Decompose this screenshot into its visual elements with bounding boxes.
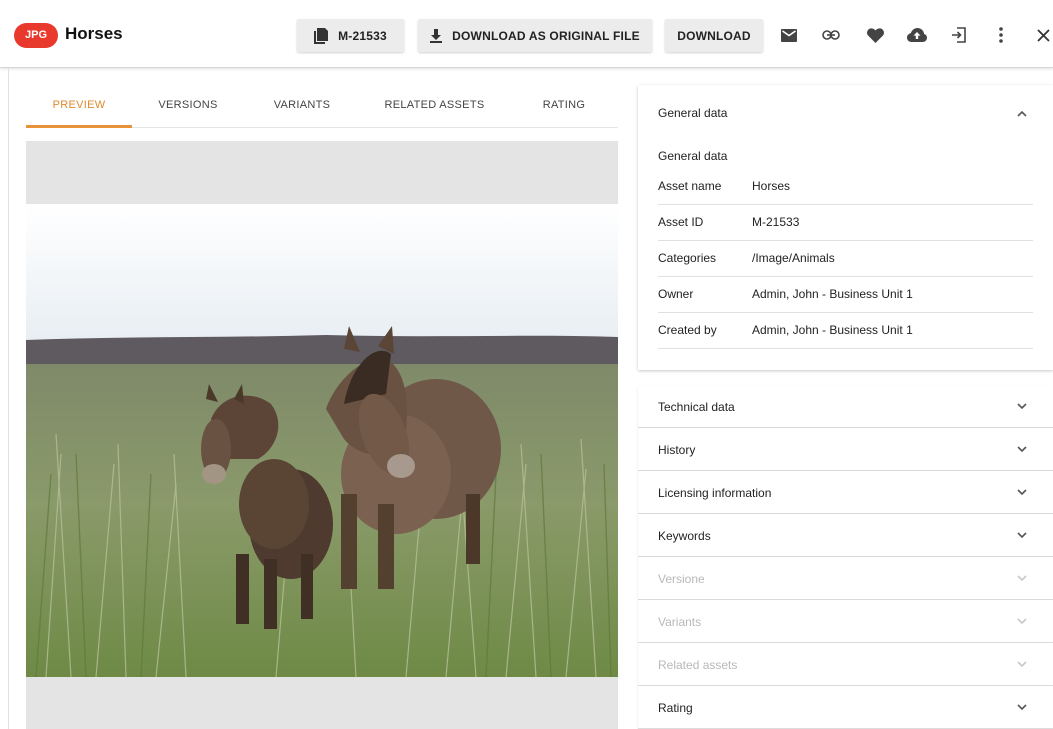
accordion-technical-data[interactable]: Technical data (638, 385, 1053, 428)
info-value: Admin, John - Business Unit 1 (752, 323, 913, 337)
info-value: M-21533 (752, 215, 800, 229)
accordion-label: Technical data (658, 400, 735, 414)
general-data-subheader: General data (658, 149, 728, 163)
heart-icon[interactable] (864, 24, 886, 46)
chevron-down-icon (1017, 489, 1027, 496)
accordion-label: Rating (658, 701, 693, 715)
info-row-categories: Categories /Image/Animals (658, 241, 1033, 277)
tab-related-assets[interactable]: RELATED ASSETS (369, 92, 500, 128)
info-value: /Image/Animals (752, 251, 835, 265)
asset-title: Horses (65, 24, 123, 43)
accordion-label: Licensing information (658, 486, 772, 500)
accordion-versione: Versione (638, 557, 1053, 600)
general-data-panel: General data General data Asset name Hor… (638, 85, 1053, 370)
accordion-label: Keywords (658, 529, 711, 543)
accordion-licensing-information[interactable]: Licensing information (638, 471, 1053, 514)
accordion-label: History (658, 443, 696, 457)
asset-id-label: M-21533 (338, 28, 387, 43)
info-key: Asset ID (658, 215, 704, 229)
close-icon[interactable] (1032, 24, 1053, 46)
info-value: Horses (752, 179, 791, 193)
tab-preview[interactable]: PREVIEW (26, 92, 132, 128)
accordion-rating[interactable]: Rating (638, 686, 1053, 729)
accordion-history[interactable]: History (638, 428, 1053, 471)
info-key: Created by (658, 323, 717, 337)
chevron-down-icon (1017, 618, 1027, 625)
info-value: Admin, John - Business Unit 1 (752, 287, 913, 301)
preview-letterbox-bottom (26, 677, 618, 729)
download-button[interactable]: DOWNLOAD (665, 19, 763, 52)
info-row-owner: Owner Admin, John - Business Unit 1 (658, 277, 1033, 313)
chevron-down-icon (1017, 704, 1027, 711)
accordion-related-assets: Related assets (638, 643, 1053, 686)
chevron-down-icon (1017, 661, 1027, 668)
accordion-variants: Variants (638, 600, 1053, 643)
tab-variants[interactable]: VARIANTS (256, 92, 348, 128)
divider (8, 68, 9, 729)
download-label: DOWNLOAD (677, 28, 751, 43)
info-key: Owner (658, 287, 694, 301)
chevron-up-icon[interactable] (1016, 108, 1028, 120)
mail-icon[interactable] (778, 24, 800, 46)
exit-icon[interactable] (948, 24, 970, 46)
chevron-down-icon (1017, 532, 1027, 539)
info-key: Asset name (658, 179, 722, 193)
preview-tabs: PREVIEW VERSIONS VARIANTS RELATED ASSETS… (26, 92, 618, 128)
tab-rating[interactable]: RATING (526, 92, 602, 128)
chevron-down-icon (1017, 575, 1027, 582)
asset-preview-image (26, 204, 618, 677)
cloud-upload-icon[interactable] (906, 24, 928, 46)
info-row-asset-id: Asset ID M-21533 (658, 205, 1033, 241)
file-type-badge: JPG (14, 23, 58, 48)
more-vert-icon[interactable] (990, 24, 1012, 46)
accordion-label: Versione (658, 572, 705, 586)
top-bar: JPG Horses M-21533 DOWNLOAD AS ORIGINAL … (0, 0, 1053, 68)
asset-id-button[interactable]: M-21533 (297, 19, 404, 52)
copy-icon (314, 27, 329, 44)
link-icon[interactable] (820, 24, 842, 46)
accordion-keywords[interactable]: Keywords (638, 514, 1053, 557)
download-icon (430, 28, 443, 43)
download-original-label: DOWNLOAD AS ORIGINAL FILE (452, 28, 640, 43)
preview-letterbox-top (26, 141, 618, 204)
accordion-label: Related assets (658, 658, 738, 672)
general-data-header[interactable]: General data (658, 106, 727, 120)
info-row-created-by: Created by Admin, John - Business Unit 1 (658, 313, 1033, 349)
accordion-label: Variants (658, 615, 702, 629)
chevron-down-icon (1017, 446, 1027, 453)
info-key: Categories (658, 251, 717, 265)
info-row-asset-name: Asset name Horses (658, 169, 1033, 205)
download-original-button[interactable]: DOWNLOAD AS ORIGINAL FILE (418, 19, 652, 52)
chevron-down-icon (1017, 403, 1027, 410)
tab-versions[interactable]: VERSIONS (143, 92, 233, 128)
